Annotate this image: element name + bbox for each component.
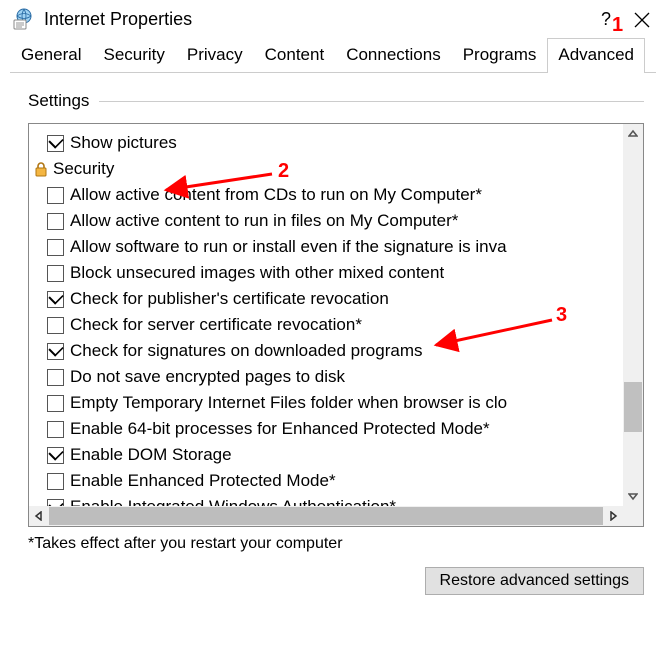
checkbox-icon[interactable] bbox=[47, 265, 64, 282]
checkbox-icon[interactable] bbox=[47, 499, 64, 507]
category-security[interactable]: Security bbox=[33, 156, 643, 182]
help-button[interactable]: ? bbox=[588, 9, 624, 30]
settings-tree[interactable]: Show pictures Security Allow active cont… bbox=[28, 123, 644, 527]
setting-label: Allow active content from CDs to run on … bbox=[70, 185, 482, 205]
setting-label: Enable DOM Storage bbox=[70, 445, 232, 465]
close-button[interactable] bbox=[624, 10, 660, 27]
scroll-left-arrow-icon[interactable] bbox=[29, 506, 49, 526]
advanced-panel: Settings Show pictures Security Allow bbox=[0, 73, 666, 595]
titlebar: Internet Properties ? bbox=[0, 0, 666, 38]
scroll-up-arrow-icon[interactable] bbox=[623, 124, 643, 144]
window-title: Internet Properties bbox=[44, 9, 588, 30]
vertical-scrollbar[interactable] bbox=[623, 124, 643, 506]
setting-allow-invalid-signature[interactable]: Allow software to run or install even if… bbox=[47, 234, 643, 260]
checkbox-icon[interactable] bbox=[47, 395, 64, 412]
checkbox-icon[interactable] bbox=[47, 473, 64, 490]
setting-check-download-signatures[interactable]: Check for signatures on downloaded progr… bbox=[47, 338, 643, 364]
setting-label: Show pictures bbox=[70, 133, 177, 153]
scroll-thumb[interactable] bbox=[624, 382, 642, 432]
setting-enable-64bit-epm[interactable]: Enable 64-bit processes for Enhanced Pro… bbox=[47, 416, 643, 442]
setting-enable-enhanced-protected-mode[interactable]: Enable Enhanced Protected Mode* bbox=[47, 468, 643, 494]
scroll-corner bbox=[623, 506, 643, 526]
checkbox-icon[interactable] bbox=[47, 213, 64, 230]
checkbox-icon[interactable] bbox=[47, 447, 64, 464]
hscroll-track[interactable] bbox=[49, 507, 603, 525]
setting-label: Enable 64-bit processes for Enhanced Pro… bbox=[70, 419, 490, 439]
setting-check-server-cert-revocation[interactable]: Check for server certificate revocation* bbox=[47, 312, 643, 338]
tab-security[interactable]: Security bbox=[92, 38, 175, 72]
setting-allow-file-active-content[interactable]: Allow active content to run in files on … bbox=[47, 208, 643, 234]
settings-group-header: Settings bbox=[28, 91, 644, 111]
setting-enable-integrated-windows-auth[interactable]: Enable Integrated Windows Authentication… bbox=[47, 494, 643, 506]
setting-label: Enable Enhanced Protected Mode* bbox=[70, 471, 336, 491]
checkbox-icon[interactable] bbox=[47, 369, 64, 386]
scroll-down-arrow-icon[interactable] bbox=[623, 486, 643, 506]
tab-programs[interactable]: Programs bbox=[452, 38, 548, 72]
tab-advanced[interactable]: Advanced bbox=[547, 38, 645, 72]
setting-label: Do not save encrypted pages to disk bbox=[70, 367, 345, 387]
scroll-right-arrow-icon[interactable] bbox=[603, 506, 623, 526]
setting-label: Empty Temporary Internet Files folder wh… bbox=[70, 393, 507, 413]
tab-general[interactable]: General bbox=[10, 38, 92, 72]
setting-label: Allow active content to run in files on … bbox=[70, 211, 458, 231]
setting-label: Allow software to run or install even if… bbox=[70, 237, 507, 257]
checkbox-icon[interactable] bbox=[47, 135, 64, 152]
divider bbox=[99, 101, 644, 102]
setting-label: Check for publisher's certificate revoca… bbox=[70, 289, 389, 309]
tab-content[interactable]: Content bbox=[254, 38, 336, 72]
checkbox-icon[interactable] bbox=[47, 317, 64, 334]
setting-show-pictures[interactable]: Show pictures bbox=[47, 130, 643, 156]
checkbox-icon[interactable] bbox=[47, 187, 64, 204]
tab-privacy[interactable]: Privacy bbox=[176, 38, 254, 72]
setting-label: Enable Integrated Windows Authentication… bbox=[70, 497, 396, 506]
restart-footnote: *Takes effect after you restart your com… bbox=[28, 535, 644, 553]
setting-empty-temp-on-close[interactable]: Empty Temporary Internet Files folder wh… bbox=[47, 390, 643, 416]
internet-options-icon bbox=[12, 8, 34, 30]
setting-label: Check for signatures on downloaded progr… bbox=[70, 341, 422, 361]
close-icon bbox=[634, 12, 650, 28]
setting-check-publisher-cert-revocation[interactable]: Check for publisher's certificate revoca… bbox=[47, 286, 643, 312]
checkbox-icon[interactable] bbox=[47, 343, 64, 360]
horizontal-scrollbar[interactable] bbox=[29, 506, 643, 526]
restore-advanced-settings-button[interactable]: Restore advanced settings bbox=[425, 567, 644, 595]
lock-icon bbox=[33, 161, 49, 177]
setting-do-not-save-encrypted[interactable]: Do not save encrypted pages to disk bbox=[47, 364, 643, 390]
category-label: Security bbox=[53, 159, 114, 179]
checkbox-icon[interactable] bbox=[47, 421, 64, 438]
settings-group-label: Settings bbox=[28, 91, 89, 111]
setting-allow-cd-active-content[interactable]: Allow active content from CDs to run on … bbox=[47, 182, 643, 208]
setting-label: Check for server certificate revocation* bbox=[70, 315, 362, 335]
checkbox-icon[interactable] bbox=[47, 291, 64, 308]
checkbox-icon[interactable] bbox=[47, 239, 64, 256]
setting-enable-dom-storage[interactable]: Enable DOM Storage bbox=[47, 442, 643, 468]
tab-connections[interactable]: Connections bbox=[335, 38, 452, 72]
setting-block-unsecured-images[interactable]: Block unsecured images with other mixed … bbox=[47, 260, 643, 286]
tab-strip: General Security Privacy Content Connect… bbox=[10, 38, 656, 73]
setting-label: Block unsecured images with other mixed … bbox=[70, 263, 444, 283]
